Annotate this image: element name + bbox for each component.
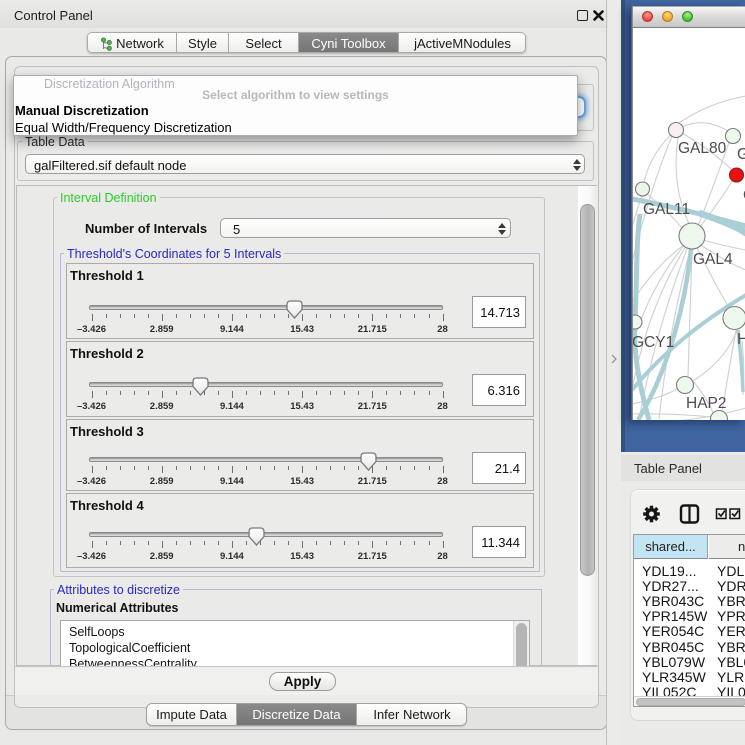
svg-text:GCY1: GCY1 — [633, 334, 674, 351]
svg-text:HAP2: HAP2 — [686, 395, 727, 412]
svg-text:GAL4: GAL4 — [693, 251, 733, 268]
svg-text:GA: GA — [737, 146, 745, 163]
svg-text:GAL80: GAL80 — [678, 140, 727, 157]
svg-text:HA: HA — [737, 331, 745, 348]
svg-text:GAL11: GAL11 — [643, 201, 690, 218]
